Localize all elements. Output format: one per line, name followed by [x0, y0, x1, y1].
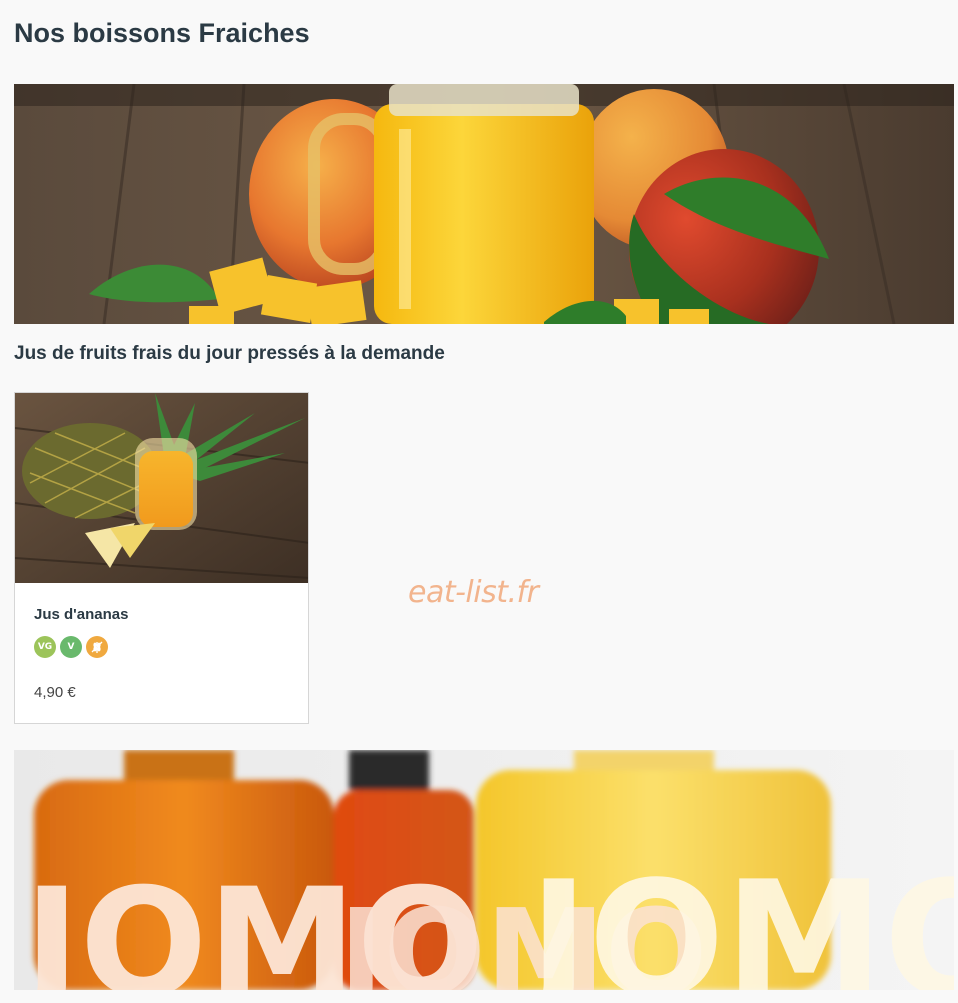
vegan-icon: VG [34, 636, 56, 658]
watermark-text: eat-list.fr [408, 575, 539, 610]
vegetarian-icon: V [60, 636, 82, 658]
product-price: 4,90 € [34, 684, 76, 701]
page-title: Nos boissons Fraiches [14, 18, 310, 48]
jomo-label-right: JOMO [520, 846, 954, 990]
mango-juice-image [14, 84, 954, 324]
diet-badges: VG V [34, 636, 108, 658]
section-heading: Jus de fruits frais du jour pressés à la… [14, 343, 445, 364]
product-card[interactable]: Jus d'ananas VG V 4,90 € [14, 392, 309, 724]
pineapple-juice-image [15, 393, 308, 583]
product-name: Jus d'ananas [34, 606, 129, 623]
jomo-bottles-image: JOMO JOMO JOMO [14, 750, 954, 990]
jomo-bottles-banner: JOMO JOMO JOMO [14, 750, 954, 990]
gluten-free-icon [86, 636, 108, 658]
mango-juice-banner [14, 84, 954, 324]
